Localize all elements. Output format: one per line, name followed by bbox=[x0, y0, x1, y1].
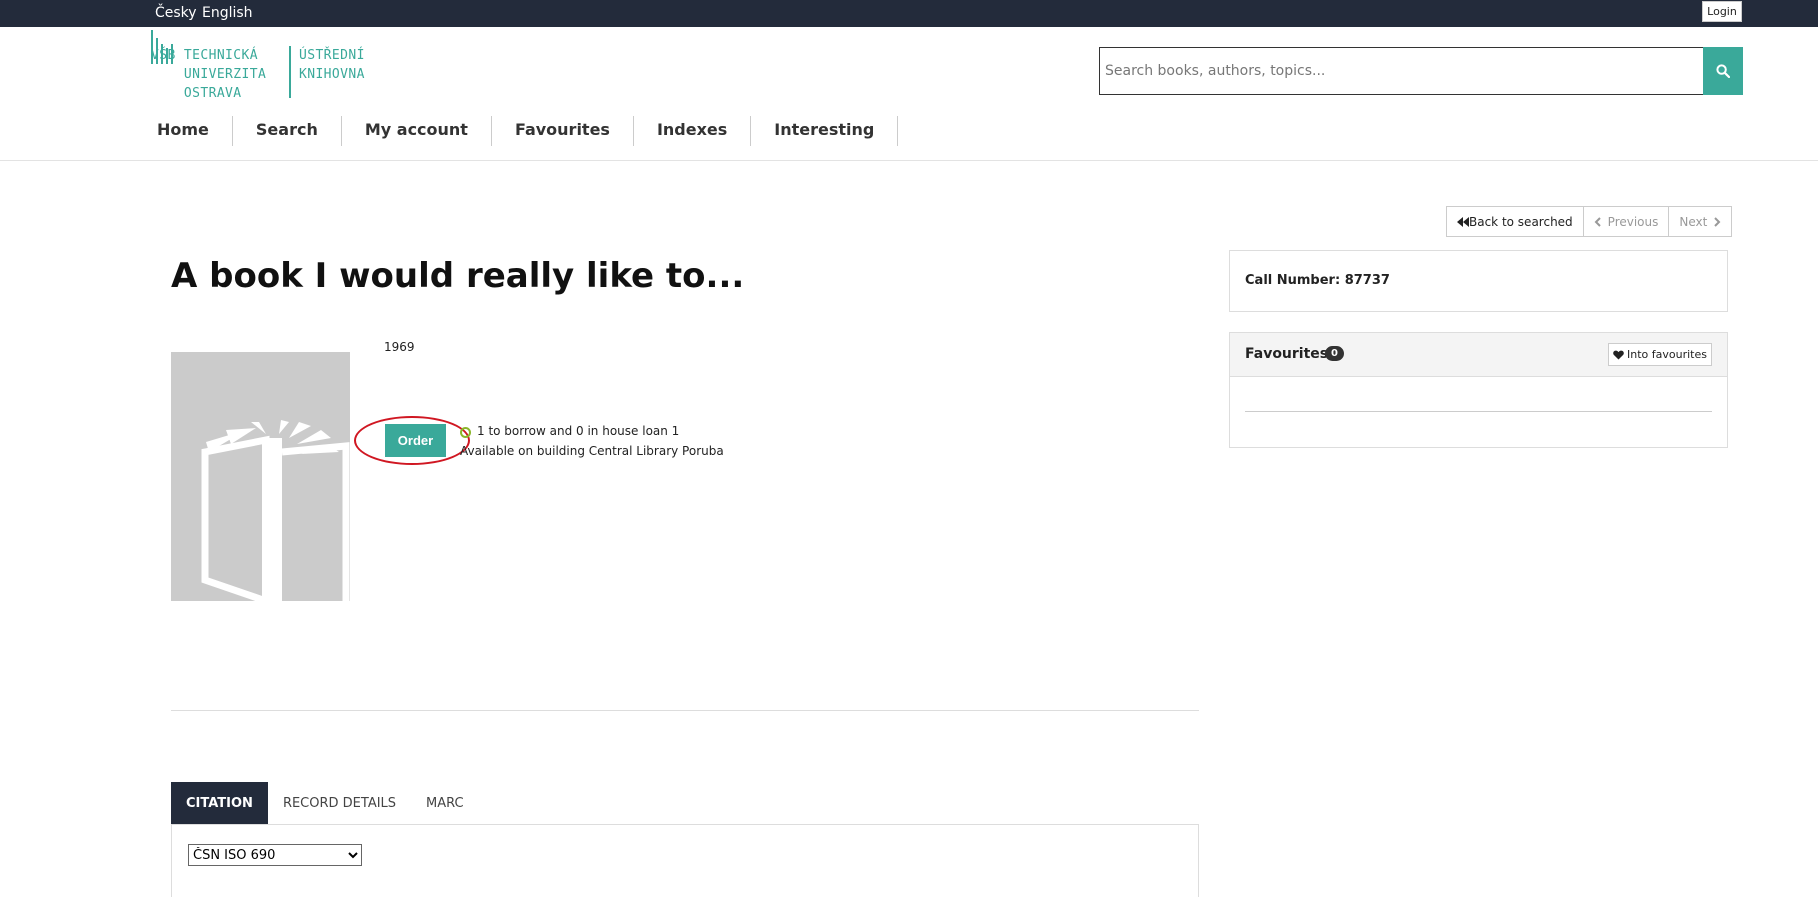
double-chevron-left-icon bbox=[1457, 216, 1469, 227]
favourites-divider bbox=[1245, 411, 1712, 412]
nav-search[interactable]: Search bbox=[233, 116, 342, 146]
tab-record-details[interactable]: RECORD DETAILS bbox=[268, 782, 411, 824]
open-book-icon bbox=[201, 420, 350, 601]
back-to-searched-label: Back to searched bbox=[1469, 214, 1573, 229]
logo-separator bbox=[289, 46, 291, 98]
favourites-header: Favourites 0 Into favourites bbox=[1230, 333, 1727, 377]
search-input[interactable] bbox=[1099, 47, 1704, 95]
logo-university-text: VŠB TECHNICKÁ UNIVERZITA OSTRAVA bbox=[151, 48, 267, 101]
search-icon bbox=[1716, 64, 1730, 78]
favourites-count-badge: 0 bbox=[1325, 346, 1344, 361]
login-button[interactable]: Login bbox=[1702, 1, 1742, 22]
search-button[interactable] bbox=[1703, 47, 1743, 95]
order-button[interactable]: Order bbox=[385, 424, 446, 457]
language-czech-link[interactable]: Česky bbox=[155, 5, 197, 21]
record-tabs: CITATION RECORD DETAILS MARC bbox=[171, 782, 479, 824]
availability-location: Available on building Central Library Po… bbox=[460, 444, 724, 458]
top-bar: Česky English Login bbox=[0, 0, 1818, 27]
language-english-link[interactable]: English bbox=[202, 5, 253, 21]
into-favourites-button[interactable]: Into favourites bbox=[1608, 343, 1712, 366]
availability-count: 1 to borrow and 0 in house loan 1 bbox=[477, 424, 680, 438]
chevron-right-icon bbox=[1714, 216, 1721, 227]
chevron-left-icon bbox=[1594, 216, 1601, 227]
next-label: Next bbox=[1679, 214, 1708, 229]
main-navigation: Home Search My account Favourites Indexe… bbox=[147, 116, 899, 146]
citation-panel: ČSN ISO 690 bbox=[171, 824, 1199, 897]
previous-label: Previous bbox=[1607, 214, 1659, 229]
previous-button[interactable]: Previous bbox=[1584, 207, 1670, 236]
logo-library-text: ÚSTŘEDNÍ KNIHOVNA bbox=[299, 48, 365, 82]
next-button[interactable]: Next bbox=[1669, 207, 1731, 236]
record-title: A book I would really like to... bbox=[171, 256, 745, 296]
nav-favourites[interactable]: Favourites bbox=[492, 116, 634, 146]
citation-style-select[interactable]: ČSN ISO 690 bbox=[188, 844, 362, 866]
favourites-title: Favourites bbox=[1245, 346, 1329, 362]
library-logo[interactable]: VŠB TECHNICKÁ UNIVERZITA OSTRAVA ÚSTŘEDN… bbox=[151, 30, 381, 102]
favourites-panel: Favourites 0 Into favourites bbox=[1229, 332, 1728, 448]
heart-icon bbox=[1613, 350, 1624, 360]
record-pager: Back to searched Previous Next bbox=[1446, 206, 1733, 237]
call-number: Call Number: 87737 bbox=[1245, 273, 1390, 288]
tab-marc[interactable]: MARC bbox=[411, 782, 479, 824]
call-number-box: Call Number: 87737 bbox=[1229, 250, 1728, 312]
nav-indexes[interactable]: Indexes bbox=[634, 116, 752, 146]
content-divider bbox=[171, 710, 1199, 711]
nav-home[interactable]: Home bbox=[147, 116, 233, 146]
availability-status-icon bbox=[460, 427, 471, 438]
publication-year: 1969 bbox=[384, 340, 415, 354]
into-favourites-label: Into favourites bbox=[1627, 348, 1707, 361]
nav-interesting[interactable]: Interesting bbox=[751, 116, 899, 146]
book-cover-placeholder bbox=[171, 352, 350, 601]
back-to-searched-button[interactable]: Back to searched bbox=[1447, 207, 1584, 236]
header-divider bbox=[0, 160, 1818, 161]
tab-citation[interactable]: CITATION bbox=[171, 782, 268, 824]
nav-my-account[interactable]: My account bbox=[342, 116, 492, 146]
